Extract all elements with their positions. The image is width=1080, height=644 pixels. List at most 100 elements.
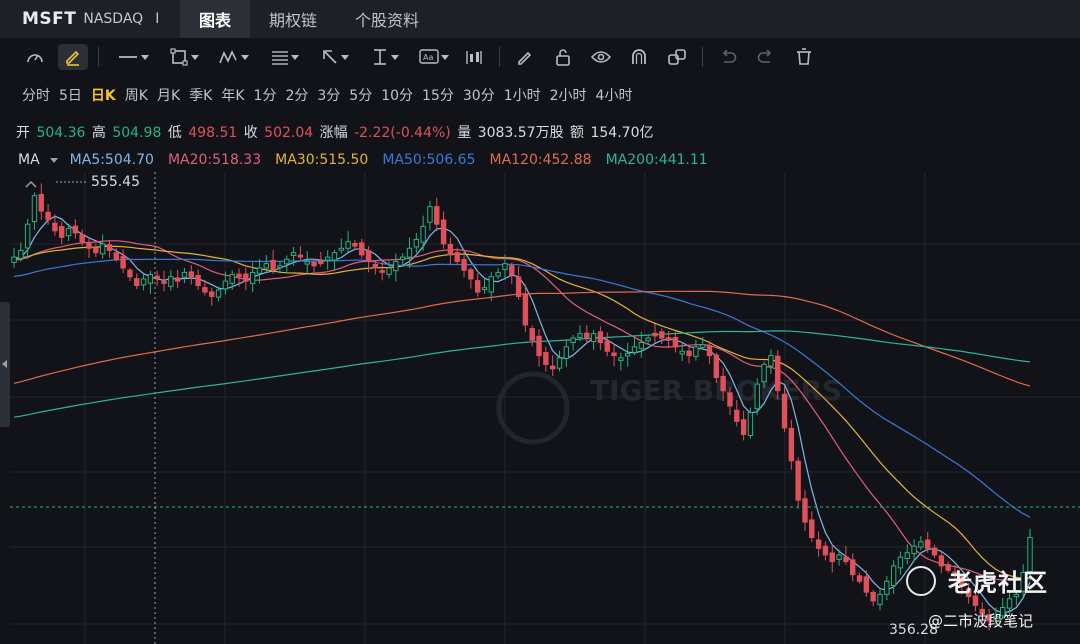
candle-down xyxy=(850,553,856,582)
brand-watermark: 老虎社区 xyxy=(906,563,1048,598)
candle-body xyxy=(359,242,365,256)
candle-body xyxy=(11,256,17,263)
ma200-value: MA200:441.11 xyxy=(605,152,708,168)
candle-down xyxy=(672,331,679,353)
period-30m[interactable]: 30分 xyxy=(463,85,495,105)
candle-body xyxy=(406,247,413,258)
wave-pattern-icon[interactable] xyxy=(209,44,251,70)
period-quarterly[interactable]: 季K xyxy=(189,85,212,105)
candle-down xyxy=(604,332,610,357)
pencil-highlight-icon[interactable] xyxy=(58,44,88,70)
candle-body xyxy=(543,352,549,365)
candle-up xyxy=(304,251,310,274)
candle-down xyxy=(93,243,99,258)
rectangle-tool-icon[interactable] xyxy=(159,44,201,70)
undo-icon[interactable] xyxy=(713,44,743,70)
close-label: 收 xyxy=(243,125,258,141)
candle-body xyxy=(624,352,631,357)
period-weekly[interactable]: 周K xyxy=(125,85,148,105)
drawing-toolbar: Aa xyxy=(0,38,1080,76)
period-5d[interactable]: 5日 xyxy=(59,85,82,105)
candle-body xyxy=(720,375,726,392)
candle-body xyxy=(843,556,849,563)
period-15m[interactable]: 15分 xyxy=(422,85,454,105)
period-2m[interactable]: 2分 xyxy=(285,85,308,105)
period-2h[interactable]: 2小时 xyxy=(550,85,587,105)
lock-icon[interactable] xyxy=(548,44,578,70)
candle-down xyxy=(522,284,529,333)
candle-up xyxy=(393,253,399,282)
candle-body xyxy=(154,275,160,280)
tab-company-profile[interactable]: 个股资料 xyxy=(336,0,438,38)
candle-body xyxy=(168,276,174,287)
high-value: 504.98 xyxy=(112,125,162,141)
fibonacci-icon[interactable] xyxy=(259,44,301,70)
tab-options-chain[interactable]: 期权链 xyxy=(250,0,336,38)
period-1h[interactable]: 1小时 xyxy=(504,85,541,105)
trash-icon[interactable] xyxy=(789,44,819,70)
candle-body xyxy=(99,243,106,255)
period-intraday[interactable]: 分时 xyxy=(22,85,50,105)
period-yearly[interactable]: 年K xyxy=(221,85,244,105)
period-10m[interactable]: 10分 xyxy=(381,85,413,105)
volume-value: 3083.57万股 xyxy=(477,125,564,141)
candle-body xyxy=(311,261,317,267)
candle-up xyxy=(570,334,576,351)
chevron-down-icon[interactable] xyxy=(49,157,58,163)
tab-chart[interactable]: 图表 xyxy=(180,0,251,38)
candle-body xyxy=(549,365,556,370)
candle-body xyxy=(181,271,188,278)
candle-up xyxy=(140,274,147,291)
change-value: -2.22(-0.44%) xyxy=(354,125,451,141)
period-daily[interactable]: 日K xyxy=(91,85,116,105)
text-box-icon[interactable]: Aa xyxy=(409,44,451,70)
chevron-up-icon[interactable] xyxy=(25,180,37,188)
candle-down xyxy=(611,345,617,367)
period-monthly[interactable]: 月K xyxy=(157,85,180,105)
brand-name: 老虎社区 xyxy=(948,569,1048,597)
candle-body xyxy=(488,276,495,293)
candle-body xyxy=(474,280,481,293)
candle-up xyxy=(693,339,699,361)
candle-body xyxy=(570,337,576,344)
candle-body xyxy=(202,287,208,293)
redo-icon[interactable] xyxy=(751,44,781,70)
period-3m[interactable]: 3分 xyxy=(317,85,340,105)
ma-legend: MA MA5:504.70 MA20:518.33 MA30:515.50 MA… xyxy=(18,152,722,168)
ma-indicator-label[interactable]: MA xyxy=(18,152,40,168)
magnet-icon[interactable] xyxy=(624,44,654,70)
toolbar-divider xyxy=(499,47,500,67)
candle-up xyxy=(877,589,883,611)
link-icon[interactable] xyxy=(662,44,692,70)
candle-body xyxy=(468,269,474,280)
candle-body xyxy=(502,263,508,270)
eye-icon[interactable] xyxy=(586,44,616,70)
ticker-header: MSFT NASDAQ I xyxy=(0,0,180,38)
candle-up xyxy=(331,249,338,271)
gauge-icon[interactable] xyxy=(20,44,50,70)
candle-up xyxy=(427,200,433,231)
candle-body xyxy=(297,254,304,258)
candle-body xyxy=(925,539,931,549)
bar-pattern-icon[interactable] xyxy=(459,44,489,70)
candle-body xyxy=(884,580,890,595)
candle-body xyxy=(918,541,924,548)
candle-body xyxy=(713,354,720,379)
period-1m[interactable]: 1分 xyxy=(254,85,277,105)
candle-body xyxy=(659,331,665,339)
candle-body xyxy=(727,392,733,407)
line-tool-icon[interactable] xyxy=(109,44,151,70)
period-4h[interactable]: 4小时 xyxy=(596,85,633,105)
candle-down xyxy=(127,267,133,282)
candle-body xyxy=(399,256,406,261)
period-5m[interactable]: 5分 xyxy=(349,85,372,105)
text-cursor-icon[interactable] xyxy=(359,44,401,70)
tiger-logo-icon xyxy=(906,565,936,596)
collapse-handle[interactable] xyxy=(0,302,10,427)
eraser-pen-icon[interactable] xyxy=(510,44,540,70)
amount-label: 额 xyxy=(570,125,585,141)
candle-down xyxy=(597,326,604,351)
arrow-tool-icon[interactable] xyxy=(309,44,351,70)
candle-body xyxy=(931,547,938,556)
candle-down xyxy=(788,419,795,470)
